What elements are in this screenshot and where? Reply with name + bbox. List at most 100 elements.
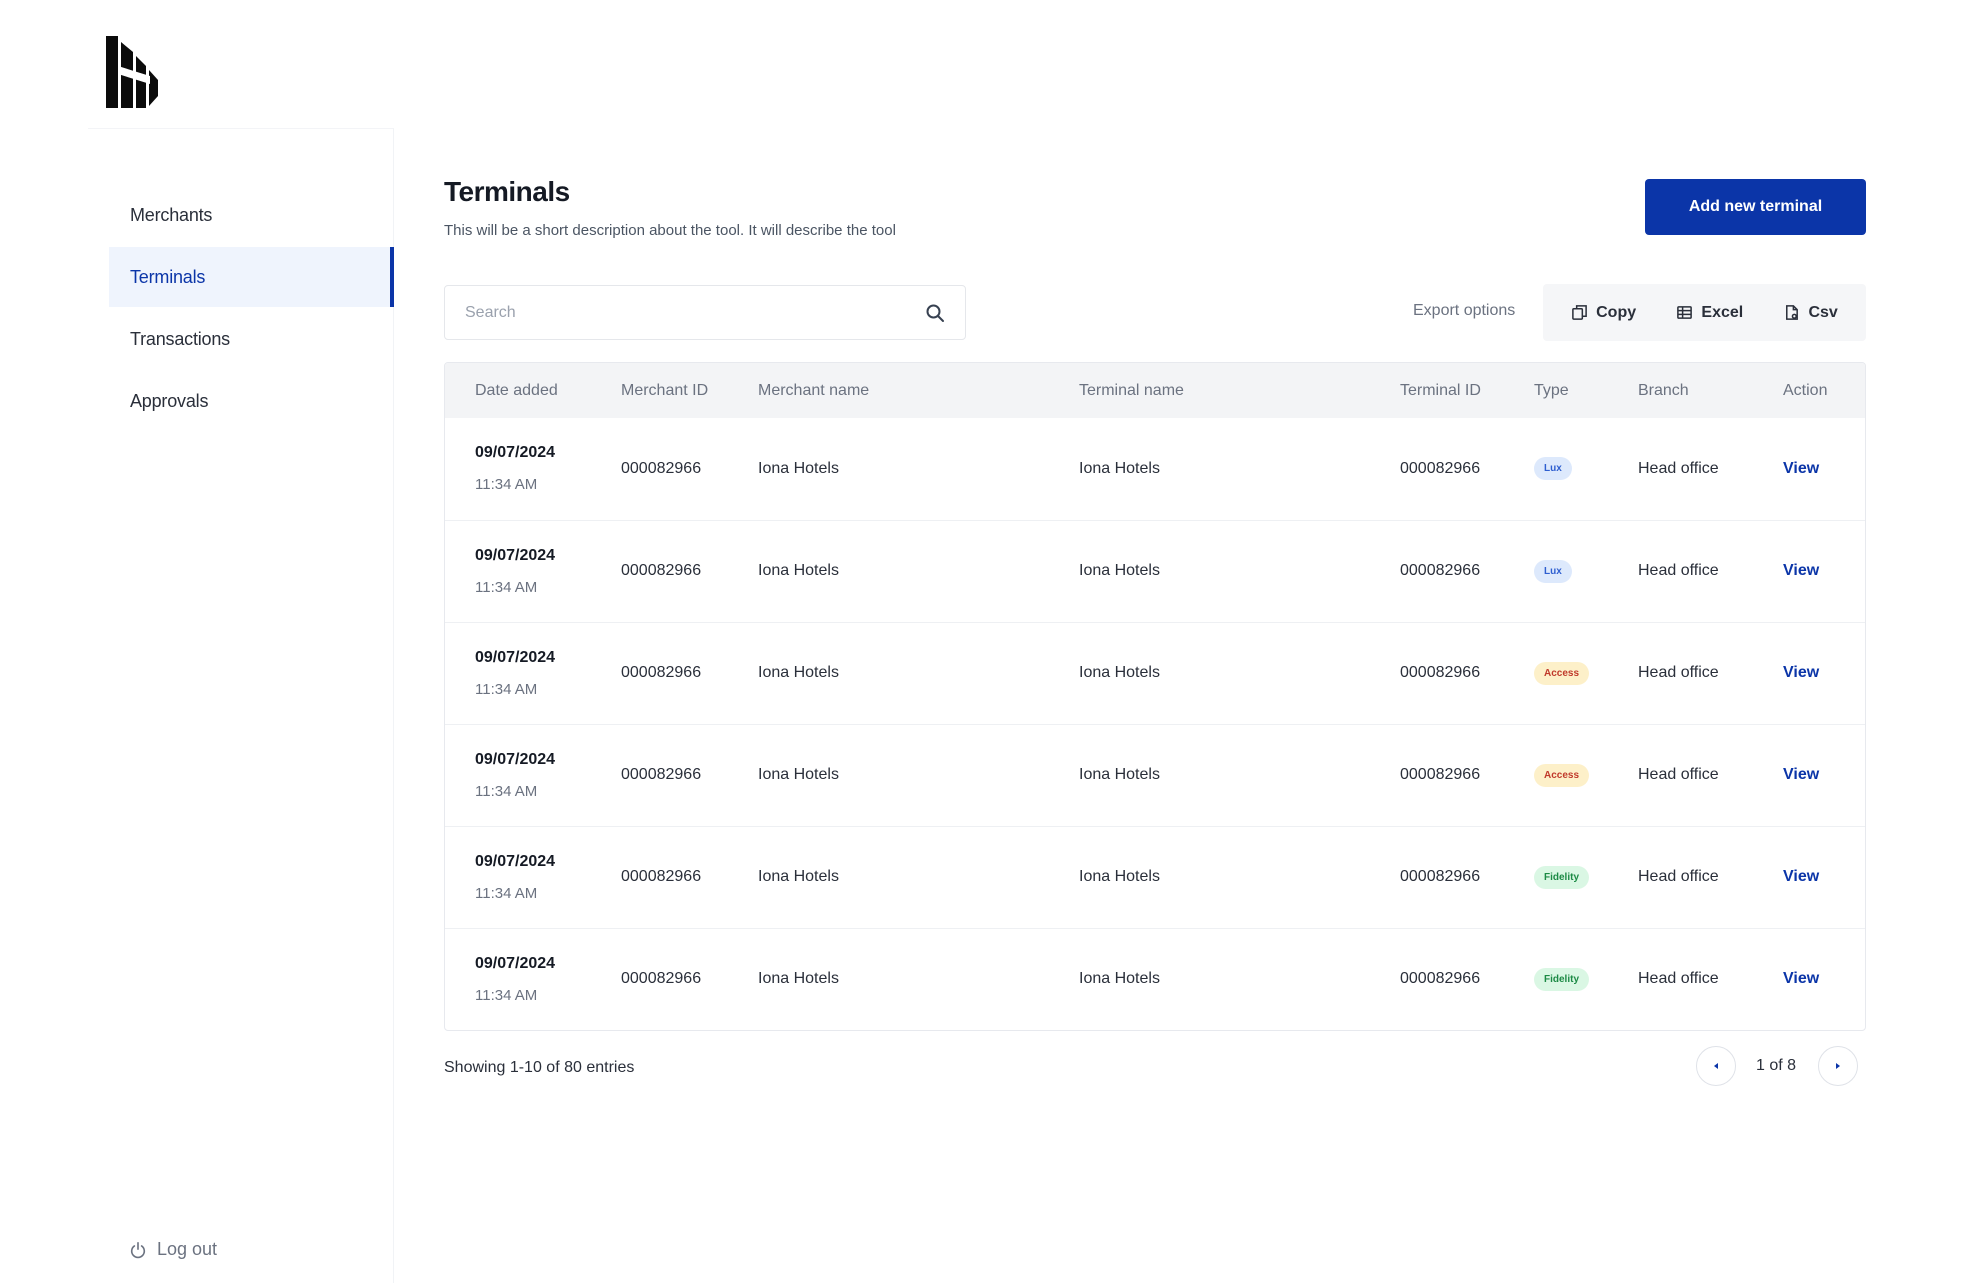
cell-date-added: 09/07/2024 11:34 AM [445, 723, 591, 826]
previous-page-button[interactable] [1696, 1046, 1736, 1086]
chevron-right-icon [1836, 1063, 1841, 1069]
date-text: 09/07/2024 [475, 750, 556, 768]
cell-merchant-name: Iona Hotels [728, 621, 1049, 724]
entries-summary: Showing 1-10 of 80 entries [444, 1059, 635, 1076]
logout-button[interactable]: Log out [129, 1239, 217, 1260]
sidebar-item-merchants[interactable]: Merchants [109, 185, 394, 245]
cell-merchant-name: Iona Hotels [728, 927, 1049, 1030]
cell-terminal-name: Iona Hotels [1049, 825, 1370, 928]
cell-terminal-name: Iona Hotels [1079, 459, 1160, 477]
date-text: 09/07/2024 [475, 444, 556, 462]
column-header-branch[interactable]: Branch [1608, 363, 1753, 418]
time-text: 11:34 AM [475, 476, 538, 494]
cell-merchant-id: 000082966 [591, 621, 728, 724]
cell-date-added: 09/07/2024 11:34 AM [445, 519, 591, 622]
column-header-terminal-name[interactable]: Terminal name [1049, 363, 1370, 418]
sidebar-item-terminals[interactable]: Terminals [109, 247, 394, 307]
view-link[interactable]: View [1783, 562, 1819, 579]
column-header-date-added[interactable]: Date added [445, 363, 591, 418]
cell-type: Fidelity [1504, 927, 1608, 1030]
cell-merchant-id: 000082966 [591, 519, 728, 622]
view-link[interactable]: View [1783, 460, 1819, 477]
export-options-label: Export options [1413, 302, 1516, 319]
copy-button[interactable]: Copy [1571, 304, 1636, 322]
cell-merchant-name: Iona Hotels [758, 459, 839, 477]
export-toolbar: Copy Excel Csv [1543, 284, 1866, 341]
type-badge: Access [1534, 763, 1590, 787]
cell-action: View [1753, 519, 1865, 622]
cell-terminal-id: 000082966 [1370, 723, 1504, 826]
logout-label: Log out [157, 1239, 218, 1259]
type-badge: Lux [1534, 559, 1572, 583]
power-icon [130, 1241, 146, 1258]
cell-type: Lux [1504, 418, 1608, 520]
cell-merchant-id: 000082966 [591, 927, 728, 1030]
cell-merchant-name: Iona Hotels [728, 825, 1049, 928]
page-description: This will be a short description about t… [444, 222, 896, 239]
add-new-terminal-button[interactable]: Add new terminal [1645, 179, 1866, 235]
cell-date-added: 09/07/2024 11:34 AM [445, 825, 591, 928]
column-header-merchant-name[interactable]: Merchant name [728, 363, 1049, 418]
cell-terminal-id: 000082966 [1370, 927, 1504, 1030]
cell-branch: Head office [1608, 927, 1753, 1030]
column-header-merchant-id[interactable]: Merchant ID [591, 363, 728, 418]
date-text: 09/07/2024 [475, 648, 556, 666]
table-row: 09/07/2024 11:34 AM 000082966 Iona Hotels Io… [445, 927, 1865, 1030]
page-indicator: 1 of 8 [1756, 1057, 1797, 1074]
view-link[interactable]: View [1783, 664, 1819, 681]
type-badge: Lux [1534, 457, 1572, 481]
type-badge: Fidelity [1534, 967, 1590, 991]
cell-terminal-name: Iona Hotels [1049, 723, 1370, 826]
excel-label: Excel [1701, 303, 1744, 321]
time-text: 11:34 AM [475, 986, 538, 1004]
csv-button[interactable]: Csv [1783, 303, 1838, 322]
excel-button[interactable]: Excel [1676, 304, 1743, 322]
cell-terminal-id: 000082966 [1370, 825, 1504, 928]
cell-branch: Head office [1608, 519, 1753, 622]
cell-merchant-id: 000082966 [621, 459, 702, 477]
cell-date-added: 09/07/2024 11:34 AM [445, 621, 591, 724]
cell-terminal-id: 000082966 [1400, 459, 1481, 477]
column-header-type[interactable]: Type [1504, 363, 1608, 418]
page-title: Terminals [444, 176, 570, 207]
cell-action: View [1753, 825, 1865, 928]
cell-type: Access [1504, 723, 1608, 826]
sidebar: Merchants Terminals Transactions Approva… [88, 128, 394, 1283]
cell-action: View [1753, 418, 1865, 520]
search-input[interactable] [465, 303, 925, 322]
search-icon[interactable] [925, 303, 945, 323]
sidebar-nav: Merchants Terminals Transactions Approva… [109, 185, 394, 433]
time-text: 11:34 AM [475, 680, 538, 698]
view-link[interactable]: View [1783, 868, 1819, 885]
table-icon [1677, 306, 1693, 319]
view-link[interactable]: View [1783, 970, 1819, 987]
table-row: 09/07/2024 11:34 AM 000082966 Iona Hotels Io… [445, 723, 1865, 826]
table-row: 09/07/2024 11:34 AM 000082966 Iona Hotels Io… [445, 621, 1865, 724]
cell-merchant-id: 000082966 [591, 723, 728, 826]
sidebar-item-approvals[interactable]: Approvals [109, 371, 394, 431]
brand-logo [106, 36, 158, 108]
cell-merchant-name: Iona Hotels [728, 519, 1049, 622]
cell-merchant-id: 000082966 [591, 825, 728, 928]
cell-action: View [1753, 927, 1865, 1030]
cell-type: Lux [1504, 519, 1608, 622]
cell-terminal-id: 000082966 [1370, 621, 1504, 724]
column-header-action: Action [1783, 381, 1828, 399]
chevron-left-icon [1714, 1063, 1718, 1069]
time-text: 11:34 AM [475, 578, 538, 596]
cell-type: Fidelity [1504, 825, 1608, 928]
cell-terminal-id: 000082966 [1370, 519, 1504, 622]
cell-date-added: 09/07/2024 11:34 AM [445, 927, 591, 1030]
csv-label: Csv [1808, 303, 1838, 321]
pagination: 1 of 8 [1696, 1046, 1859, 1086]
view-link[interactable]: View [1783, 766, 1819, 783]
table-row: 09/07/2024 11:34 AM 000082966 Iona Hotels Io… [445, 825, 1865, 928]
column-header-terminal-id[interactable]: Terminal ID [1370, 363, 1504, 418]
cell-action: View [1753, 621, 1865, 724]
next-page-button[interactable] [1818, 1046, 1859, 1086]
cell-action: View [1753, 723, 1865, 826]
date-text: 09/07/2024 [475, 546, 556, 564]
cell-merchant-name: Iona Hotels [728, 723, 1049, 826]
sidebar-item-transactions[interactable]: Transactions [109, 309, 394, 369]
table-row: 09/07/2024 11:34 AM 000082966 Iona Hotels Io… [445, 519, 1865, 622]
